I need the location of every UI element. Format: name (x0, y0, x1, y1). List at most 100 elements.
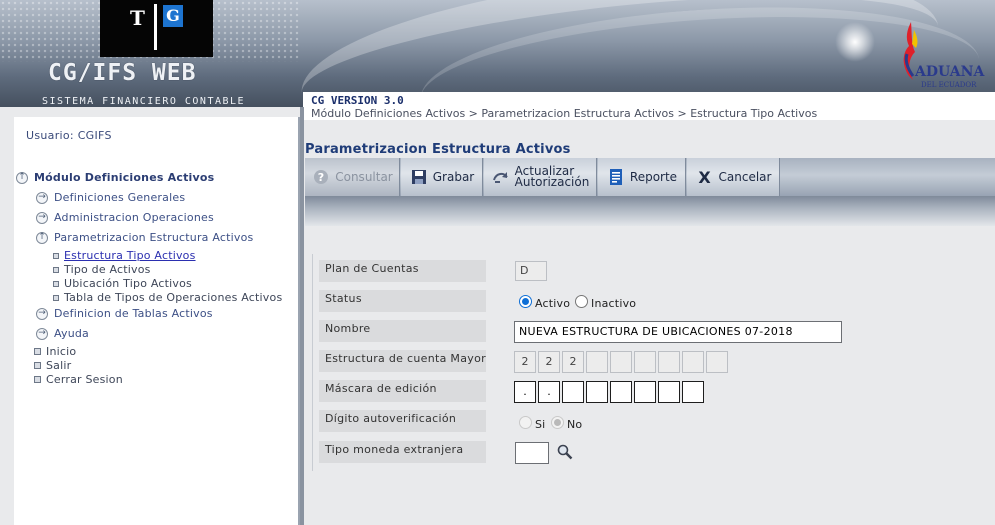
status-activo-label: Activo (535, 297, 571, 310)
sidebar-item-definiciones-generales[interactable]: → Definiciones Generales (36, 191, 185, 204)
consultar-label: Consultar (335, 170, 393, 184)
moneda-input[interactable] (515, 442, 549, 464)
actualizar-autorizacion-button[interactable]: Actualizar Autorización (484, 158, 597, 196)
mascara-cell[interactable] (562, 381, 584, 403)
consultar-button[interactable]: ? Consultar (305, 158, 400, 196)
estructura-cell (682, 351, 704, 373)
sidebar-item-label: Definicion de Tablas Activos (54, 307, 213, 320)
brand-subtitle: DEL ECUADOR (921, 81, 977, 89)
sidebar-item-label: Inicio (46, 345, 77, 358)
mascara-cell[interactable] (682, 381, 704, 403)
close-icon: X (698, 167, 711, 187)
sidebar-item-label: Parametrizacion Estructura Activos (54, 231, 254, 244)
estructura-cell: 2 (562, 351, 584, 373)
sidebar-item-inicio[interactable]: Inicio (34, 345, 76, 358)
grabar-button[interactable]: Grabar (401, 158, 483, 196)
mascara-cell[interactable] (586, 381, 608, 403)
estructura-cell: 2 (514, 351, 536, 373)
sidebar-subitem-ubicacion-tipo-activos[interactable]: Ubicación Tipo Activos (53, 277, 192, 290)
estructura-cell (610, 351, 632, 373)
app-header: T G CG/IFS WEB SISTEMA FINANCIERO CONTAB… (0, 0, 995, 107)
sidebar-item-definicion-tablas[interactable]: → Definicion de Tablas Activos (36, 307, 213, 320)
sidebar-subitem-label: Tabla de Tipos de Operaciones Activos (64, 291, 283, 304)
sidebar-divider (300, 107, 304, 525)
sidebar-item-label: Definiciones Generales (54, 191, 186, 204)
bullet-icon (34, 362, 41, 369)
actualizar-line2: Autorización (514, 175, 590, 189)
bullet-icon (53, 266, 59, 273)
digito-si-radio[interactable] (519, 416, 532, 429)
brand-name: ADUANA (915, 64, 985, 80)
estructura-cell (634, 351, 656, 373)
sidebar-module-label: Módulo Definiciones Activos (34, 171, 215, 184)
mascara-cell[interactable] (658, 381, 680, 403)
page-title: Parametrizacion Estructura Activos (305, 142, 571, 157)
sidebar-item-cerrar-sesion[interactable]: Cerrar Sesion (34, 373, 123, 386)
estructura-cell (586, 351, 608, 373)
logo-divider (154, 4, 157, 50)
bullet-icon (34, 376, 41, 383)
sidebar-subitem-estructura-tipo-activos[interactable]: Estructura Tipo Activos (53, 249, 196, 262)
svg-text:?: ? (318, 171, 324, 184)
app-name: CG/IFS WEB (48, 60, 197, 86)
sidebar-subitem-tipo-activos[interactable]: Tipo de Activos (53, 263, 151, 276)
reporte-button[interactable]: Reporte (598, 158, 686, 196)
sidebar-subitem-label: Estructura Tipo Activos (64, 249, 196, 262)
sidebar-item-ayuda[interactable]: → Ayuda (36, 327, 89, 340)
logo-letter-t: T (130, 6, 145, 30)
refresh-icon (491, 167, 511, 187)
mascara-cell[interactable] (634, 381, 656, 403)
arrow-right-icon: → (36, 327, 48, 340)
reporte-label: Reporte (629, 170, 678, 184)
grabar-label: Grabar (432, 170, 475, 184)
nombre-label: Nombre (319, 320, 486, 342)
digito-label: Dígito autoverificación (319, 410, 486, 432)
save-icon (409, 167, 429, 187)
sidebar-item-administracion-operaciones[interactable]: → Administracion Operaciones (36, 211, 214, 224)
sidebar-item-parametrizacion[interactable]: ↑ Parametrizacion Estructura Activos (36, 231, 253, 244)
cancelar-label: Cancelar (718, 170, 772, 184)
status-inactivo-radio[interactable] (575, 295, 588, 308)
status-inactivo-label: Inactivo (591, 297, 637, 310)
help-icon: ? (311, 167, 331, 187)
bullet-icon (34, 348, 41, 355)
report-icon (606, 167, 626, 187)
actualizar-autorizacion-label: Actualizar Autorización (514, 165, 590, 189)
nombre-input[interactable]: NUEVA ESTRUCTURA DE UBICACIONES 07-2018 (514, 321, 842, 343)
estructura-cell (658, 351, 680, 373)
digito-no-radio[interactable] (551, 416, 564, 429)
app-version: CG VERSION 3.0 (311, 94, 404, 107)
chevron-up-icon: ↑ (16, 171, 28, 184)
toolbar: ? Consultar Grabar Actualizar Autorizaci… (305, 158, 995, 196)
sidebar-item-salir[interactable]: Salir (34, 359, 71, 372)
status-label: Status (319, 290, 486, 312)
cancelar-button[interactable]: X Cancelar (687, 158, 780, 196)
bullet-icon (53, 280, 59, 287)
sidebar-module[interactable]: ↑ Módulo Definiciones Activos (16, 171, 214, 184)
brand-logo: ADUANA DEL ECUADOR (887, 20, 995, 92)
breadcrumb: Módulo Definiciones Activos > Parametriz… (311, 107, 818, 119)
app-subtitle: SISTEMA FINANCIERO CONTABLE (42, 96, 246, 107)
digito-si-label: Si (535, 418, 546, 431)
sidebar-subitem-tabla-tipos-operaciones[interactable]: Tabla de Tipos de Operaciones Activos (53, 291, 282, 304)
sidebar: Usuario: CGIFS ↑ Módulo Definiciones Act… (14, 117, 300, 525)
mascara-cell[interactable]: . (538, 381, 560, 403)
mascara-cell[interactable]: . (514, 381, 536, 403)
estructura-cuenta-label: Estructura de cuenta Mayor (319, 350, 486, 372)
bullet-icon (53, 294, 59, 301)
form-border (312, 254, 313, 471)
status-activo-radio[interactable] (519, 295, 532, 308)
mascara-cell[interactable] (610, 381, 632, 403)
toolbar-shadow (305, 196, 995, 226)
sidebar-subitem-label: Tipo de Activos (64, 263, 151, 276)
plan-cuentas-field: D (515, 261, 547, 281)
bullet-icon (53, 252, 59, 259)
search-icon[interactable] (557, 444, 573, 460)
estructura-cell: 2 (538, 351, 560, 373)
sidebar-item-label: Salir (46, 359, 72, 372)
sidebar-item-label: Ayuda (54, 327, 89, 340)
arrow-right-icon: → (36, 191, 48, 204)
sidebar-item-label: Cerrar Sesion (46, 373, 123, 386)
header-glow (835, 22, 875, 62)
user-label: Usuario: CGIFS (26, 129, 112, 142)
